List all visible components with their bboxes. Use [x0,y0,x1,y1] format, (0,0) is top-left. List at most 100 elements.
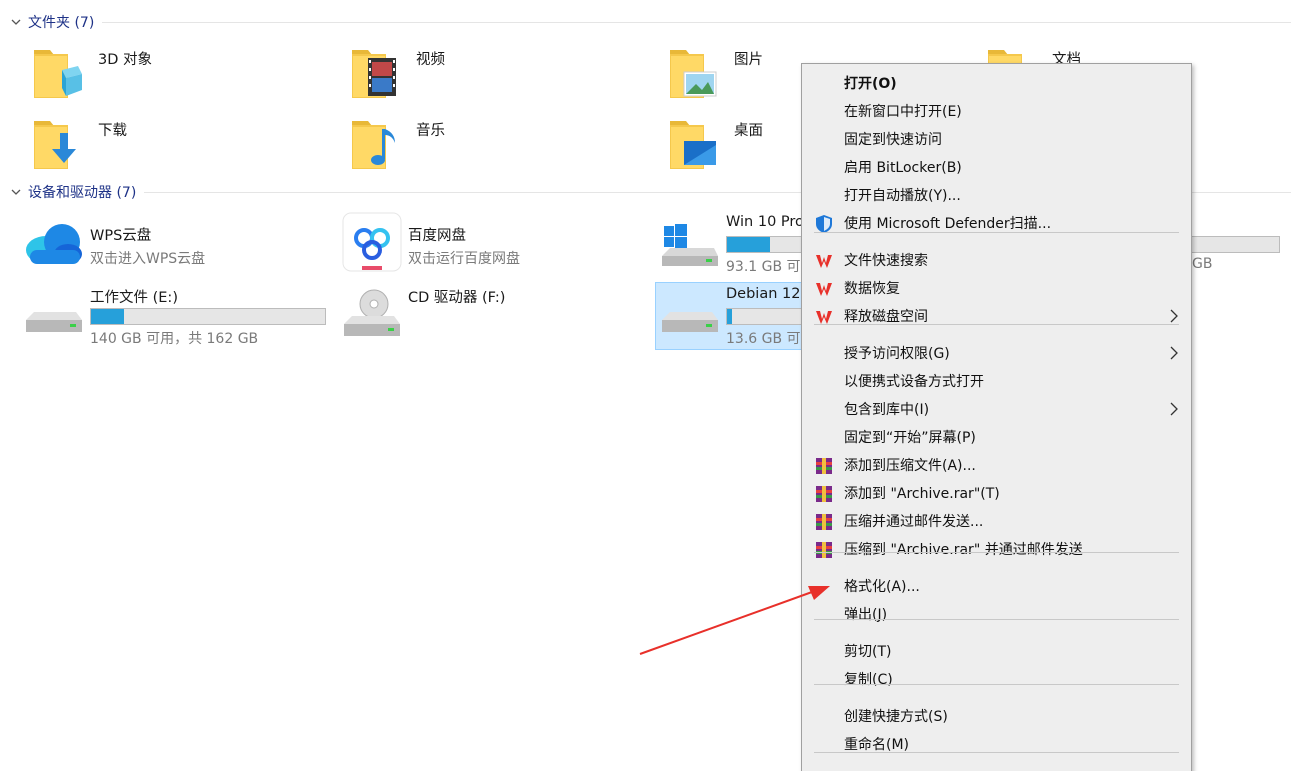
menu-item-label: 压缩到 "Archive.rar" 并通过邮件发送 [844,542,1083,558]
menu-item[interactable]: 重命名(M) [802,730,1191,758]
baidu-netdisk-item[interactable]: 百度网盘 双击运行百度网盘 [342,212,642,278]
menu-item-label: 打开(O) [844,76,897,92]
menu-item-label: 添加到压缩文件(A)... [844,458,976,474]
section-divider [102,21,1291,23]
menu-item[interactable]: 压缩到 "Archive.rar" 并通过邮件发送 [802,535,1191,563]
downloads-folder-icon [34,121,76,169]
menu-item-label: 启用 BitLocker(B) [844,160,962,176]
context-menu: 打开(O) 在新窗口中打开(E) 固定到快速访问启用 BitLocker(B) 打开自… [801,63,1192,771]
defender-shield-icon [816,215,832,233]
folder-label: 下载 [98,123,127,139]
menu-separator [814,684,1179,685]
chevron-down-icon [11,19,21,25]
menu-item[interactable]: 固定到“开始”屏幕(P) [802,423,1191,451]
folder-videos[interactable]: 视频 [350,44,650,110]
menu-item[interactable]: 添加到 "Archive.rar"(T) [802,479,1191,507]
drive-usage-fill [727,309,733,324]
drive-name: CD 驱动器 (F:) [408,290,506,306]
menu-item-label: 格式化(A)... [844,579,920,595]
folder-pictures[interactable]: 图片 [668,44,798,110]
pictures-folder-icon [670,50,717,98]
drive-hidden[interactable]: GB [1190,212,1290,278]
menu-item-label: 文件快速搜索 [844,253,928,269]
drive-name: Win 10 Pro [726,214,804,230]
menu-item-label: 添加到 "Archive.rar"(T) [844,486,1000,502]
menu-item[interactable]: 在新窗口中打开(E) [802,97,1191,125]
winrar-icon [816,458,832,474]
menu-item[interactable]: 剪切(T) [802,637,1191,665]
menu-item[interactable]: 文件快速搜索 [802,246,1191,274]
device-name: 百度网盘 [408,228,466,244]
windows-drive-icon [662,224,718,266]
folder-label: 音乐 [416,123,445,139]
drive-debian[interactable]: Debian 12. 13.6 GB 可 [656,284,806,350]
wps-icon [816,255,832,268]
chevron-right-icon [1170,402,1178,416]
menu-item[interactable]: 启用 BitLocker(B) [802,153,1191,181]
drive-usage-bar [726,236,806,253]
folder-label: 图片 [734,52,763,68]
menu-item-label: 压缩并通过邮件发送... [844,514,984,530]
folders-section-header[interactable]: 文件夹 (7) [0,11,1299,33]
menu-item[interactable]: 打开(O) [802,69,1191,97]
menu-item-label: 数据恢复 [844,281,900,297]
menu-item-label: 重命名(M) [844,737,910,753]
drive-name: 工作文件 (E:) [90,290,178,306]
folder-3d-objects[interactable]: 3D 对象 [32,44,332,110]
menu-item-label: 剪切(T) [844,644,892,660]
drive-name: Debian 12. [726,286,806,302]
winrar-icon [816,486,832,502]
baidu-netdisk-icon [342,212,402,272]
menu-item-label: 包含到库中(I) [844,402,930,418]
device-name: WPS云盘 [90,228,152,244]
desktop-folder-icon [670,121,716,169]
drive-usage-fill [727,237,770,252]
menu-separator [814,552,1179,553]
drive-usage-bar [90,308,326,325]
folder-label: 桌面 [734,123,763,139]
menu-item-label: 以便携式设备方式打开 [844,374,984,390]
wps-cloud-icon [26,224,82,264]
chevron-right-icon [1170,309,1178,323]
menu-separator [814,324,1179,325]
menu-item-label: 释放磁盘空间 [844,309,928,325]
menu-item[interactable]: 弹出(J) [802,600,1191,628]
folder-desktop[interactable]: 桌面 [668,115,798,181]
drive-cd[interactable]: CD 驱动器 (F:) [338,284,638,350]
drive-icon [26,312,82,332]
cd-drive-icon [344,289,400,336]
drive-icon [662,312,718,332]
menu-item[interactable]: 创建快捷方式(S) [802,702,1191,730]
winrar-icon [816,542,832,558]
menu-item[interactable]: 包含到库中(I) [802,395,1191,423]
menu-item[interactable]: 以便携式设备方式打开 [802,367,1191,395]
menu-item[interactable]: 授予访问权限(G) [802,339,1191,367]
chevron-right-icon [1170,346,1178,360]
music-folder-icon [352,121,395,169]
menu-item[interactable]: 打开自动播放(Y)... [802,181,1191,209]
menu-item-label: 复制(C) [844,672,893,688]
folder-downloads[interactable]: 下载 [32,115,332,181]
wps-cloud-item[interactable]: WPS云盘 双击进入WPS云盘 [24,220,324,286]
menu-item[interactable]: 释放磁盘空间 [802,302,1191,330]
drive-win10[interactable]: Win 10 Pro 93.1 GB 可 [656,212,806,278]
folder-music[interactable]: 音乐 [350,115,650,181]
menu-item-label: 在新窗口中打开(E) [844,104,962,120]
menu-item[interactable]: 复制(C) [802,665,1191,693]
drive-free-space: 93.1 GB 可 [726,259,801,275]
device-subtitle: 双击进入WPS云盘 [90,251,206,267]
folder-label: 视频 [416,52,445,68]
drive-work-files[interactable]: 工作文件 (E:) 140 GB 可用，共 162 GB [20,284,340,350]
drive-usage-bar [726,308,806,325]
winrar-icon [816,514,832,530]
folders-section-title: 文件夹 (7) [28,15,95,31]
menu-item-label: 弹出(J) [844,607,888,623]
menu-item[interactable]: 压缩并通过邮件发送... [802,507,1191,535]
drive-usage-fill [91,309,124,324]
menu-item[interactable]: 固定到快速访问 [802,125,1191,153]
menu-item[interactable]: 格式化(A)... [802,572,1191,600]
menu-separator [814,752,1179,753]
menu-item[interactable]: 数据恢复 [802,274,1191,302]
menu-item[interactable]: 添加到压缩文件(A)... [802,451,1191,479]
drive-free-space: 13.6 GB 可 [726,331,801,347]
